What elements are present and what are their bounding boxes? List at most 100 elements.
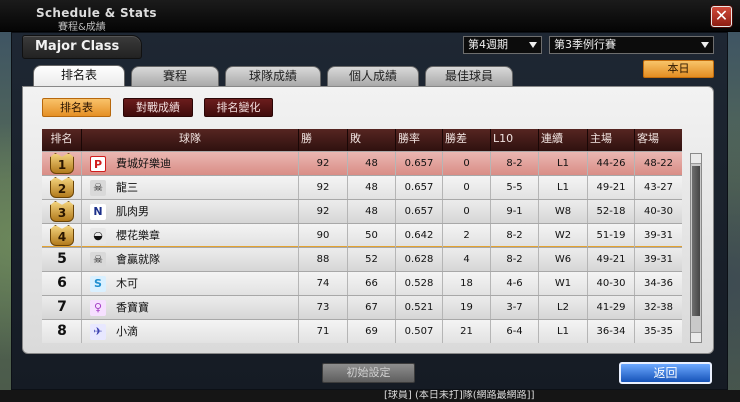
table-row[interactable]: 1 P 費城好樂迪 92 48 0.657 0 8-2 L1 44-26 48-22 — [42, 151, 682, 175]
tab-best-players[interactable]: 最佳球員 — [425, 66, 513, 86]
team-cell — [82, 200, 299, 223]
cell-l: 48 — [348, 152, 396, 175]
cell-w: 71 — [299, 320, 348, 343]
cell-away: 39-31 — [643, 254, 674, 265]
cell-pct: 0.507 — [396, 320, 443, 343]
cell-l10: 8-2 — [491, 224, 539, 247]
cell-gb: 4 — [443, 248, 491, 271]
season-select-value: 第3季例行賽 — [554, 38, 616, 51]
table-scrollbar[interactable] — [690, 153, 702, 343]
cell-l: 67 — [348, 296, 396, 319]
cell-l: 50 — [348, 224, 396, 247]
cell-w: 90 — [299, 224, 348, 247]
table-row[interactable]: 6 S 木可 74 66 0.528 18 4-6 W1 40-30 34-36 — [42, 271, 682, 295]
today-button[interactable]: 本日 — [643, 60, 714, 78]
subtab-head-to-head[interactable]: 對戰成績 — [123, 98, 193, 117]
cell-l10: 8-2 — [491, 248, 539, 271]
header-team[interactable]: 球隊 — [82, 129, 299, 151]
subtab-standings[interactable]: 排名表 — [42, 98, 111, 117]
header-pct[interactable]: 勝率 — [396, 129, 443, 151]
table-header: 排名 球隊 勝 敗 勝率 勝差 L10 連續 主場 客場 — [42, 129, 682, 151]
cell-l: 69 — [348, 320, 396, 343]
team-cell — [82, 296, 299, 319]
cell-strk: W8 — [539, 200, 588, 223]
news-ticker: [球員] (本日未打]隊(網路最網路]] — [0, 390, 740, 402]
header-games-behind[interactable]: 勝差 — [443, 129, 491, 151]
cell-l10: 8-2 — [491, 152, 539, 175]
back-button[interactable]: 返回 — [619, 362, 712, 384]
cell-home: 51-19 — [588, 224, 635, 247]
cell-away: 40-30 — [643, 206, 674, 217]
cell-away: 39-31 — [643, 230, 674, 241]
team-cell — [82, 176, 299, 199]
cell-l: 48 — [348, 200, 396, 223]
cell-strk: L2 — [539, 296, 588, 319]
table-row[interactable]: 8 ✈ 小滴 71 69 0.507 21 6-4 L1 36-34 35-35 — [42, 319, 682, 343]
cell-w: 92 — [299, 176, 348, 199]
chevron-down-icon — [701, 42, 709, 48]
rank-divider — [42, 200, 82, 223]
ticker-text: [球員] (本日未打]隊(網路最網路]] — [384, 390, 535, 401]
table-row[interactable]: 2 ☠ 龍三 92 48 0.657 0 5-5 L1 49-21 43-27 — [42, 175, 682, 199]
tab-player-stats[interactable]: 個人成績 — [327, 66, 419, 86]
window-subtitle: 賽程&成績 — [58, 22, 106, 33]
rank-divider — [42, 296, 82, 319]
header-rank[interactable]: 排名 — [42, 129, 82, 151]
week-select-value: 第4週期 — [468, 38, 508, 51]
header-l10[interactable]: L10 — [491, 129, 539, 151]
class-label: Major Class — [22, 35, 142, 59]
team-cell — [82, 272, 299, 295]
cell-home: 49-21 — [588, 176, 635, 199]
cell-gb: 0 — [443, 152, 491, 175]
cell-away: 48-22 — [643, 158, 674, 169]
table-row[interactable]: 4 ◒ 櫻花樂章 90 50 0.642 2 8-2 W2 51-19 39-31 — [42, 223, 682, 247]
cell-home: 52-18 — [588, 200, 635, 223]
header-losses[interactable]: 敗 — [348, 129, 396, 151]
cell-gb: 19 — [443, 296, 491, 319]
cell-pct: 0.657 — [396, 200, 443, 223]
close-icon[interactable]: ✕ — [711, 6, 732, 27]
scroll-down-arrow-icon[interactable] — [691, 332, 701, 342]
cell-l: 66 — [348, 272, 396, 295]
rank-divider — [42, 152, 82, 175]
cell-home: 36-34 — [588, 320, 635, 343]
header-away[interactable]: 客場 — [635, 129, 682, 151]
header-home[interactable]: 主場 — [588, 129, 635, 151]
rank-divider — [42, 320, 82, 343]
subtab-rank-change[interactable]: 排名變化 — [204, 98, 273, 117]
cell-strk: W6 — [539, 248, 588, 271]
cell-gb: 0 — [443, 176, 491, 199]
cell-away: 43-27 — [643, 182, 674, 193]
header-streak[interactable]: 連續 — [539, 129, 588, 151]
cell-home: 40-30 — [588, 272, 635, 295]
tab-schedule[interactable]: 賽程 — [131, 66, 219, 86]
cell-strk: L1 — [539, 176, 588, 199]
rank-divider — [42, 176, 82, 199]
cell-w: 73 — [299, 296, 348, 319]
header-wins[interactable]: 勝 — [299, 129, 348, 151]
tab-standings[interactable]: 排名表 — [33, 65, 125, 87]
rank-divider — [42, 248, 82, 271]
season-select[interactable]: 第3季例行賽 — [549, 36, 714, 54]
table-row[interactable]: 5 ☠ 會贏就隊 88 52 0.628 4 8-2 W6 49-21 39-31 — [42, 247, 682, 271]
tab-team-stats[interactable]: 球隊成績 — [225, 66, 321, 86]
week-select[interactable]: 第4週期 — [463, 36, 542, 54]
cell-l10: 6-4 — [491, 320, 539, 343]
team-cell — [82, 248, 299, 271]
scroll-up-arrow-icon[interactable] — [691, 154, 701, 164]
cell-strk: W2 — [539, 224, 588, 247]
cell-away: 32-38 — [643, 302, 674, 313]
chevron-down-icon — [529, 42, 537, 48]
scroll-thumb[interactable] — [692, 166, 700, 316]
table-row[interactable]: 7 ♀ 香寶寶 73 67 0.521 19 3-7 L2 41-29 32-38 — [42, 295, 682, 319]
cell-away: 34-36 — [643, 278, 674, 289]
cell-l: 52 — [348, 248, 396, 271]
cell-w: 88 — [299, 248, 348, 271]
cell-pct: 0.628 — [396, 248, 443, 271]
cell-pct: 0.642 — [396, 224, 443, 247]
init-settings-button[interactable]: 初始設定 — [322, 363, 415, 383]
cell-gb: 2 — [443, 224, 491, 247]
table-row[interactable]: 3 N 肌肉男 92 48 0.657 0 9-1 W8 52-18 40-30 — [42, 199, 682, 223]
cell-gb: 18 — [443, 272, 491, 295]
rank-divider — [42, 272, 82, 295]
